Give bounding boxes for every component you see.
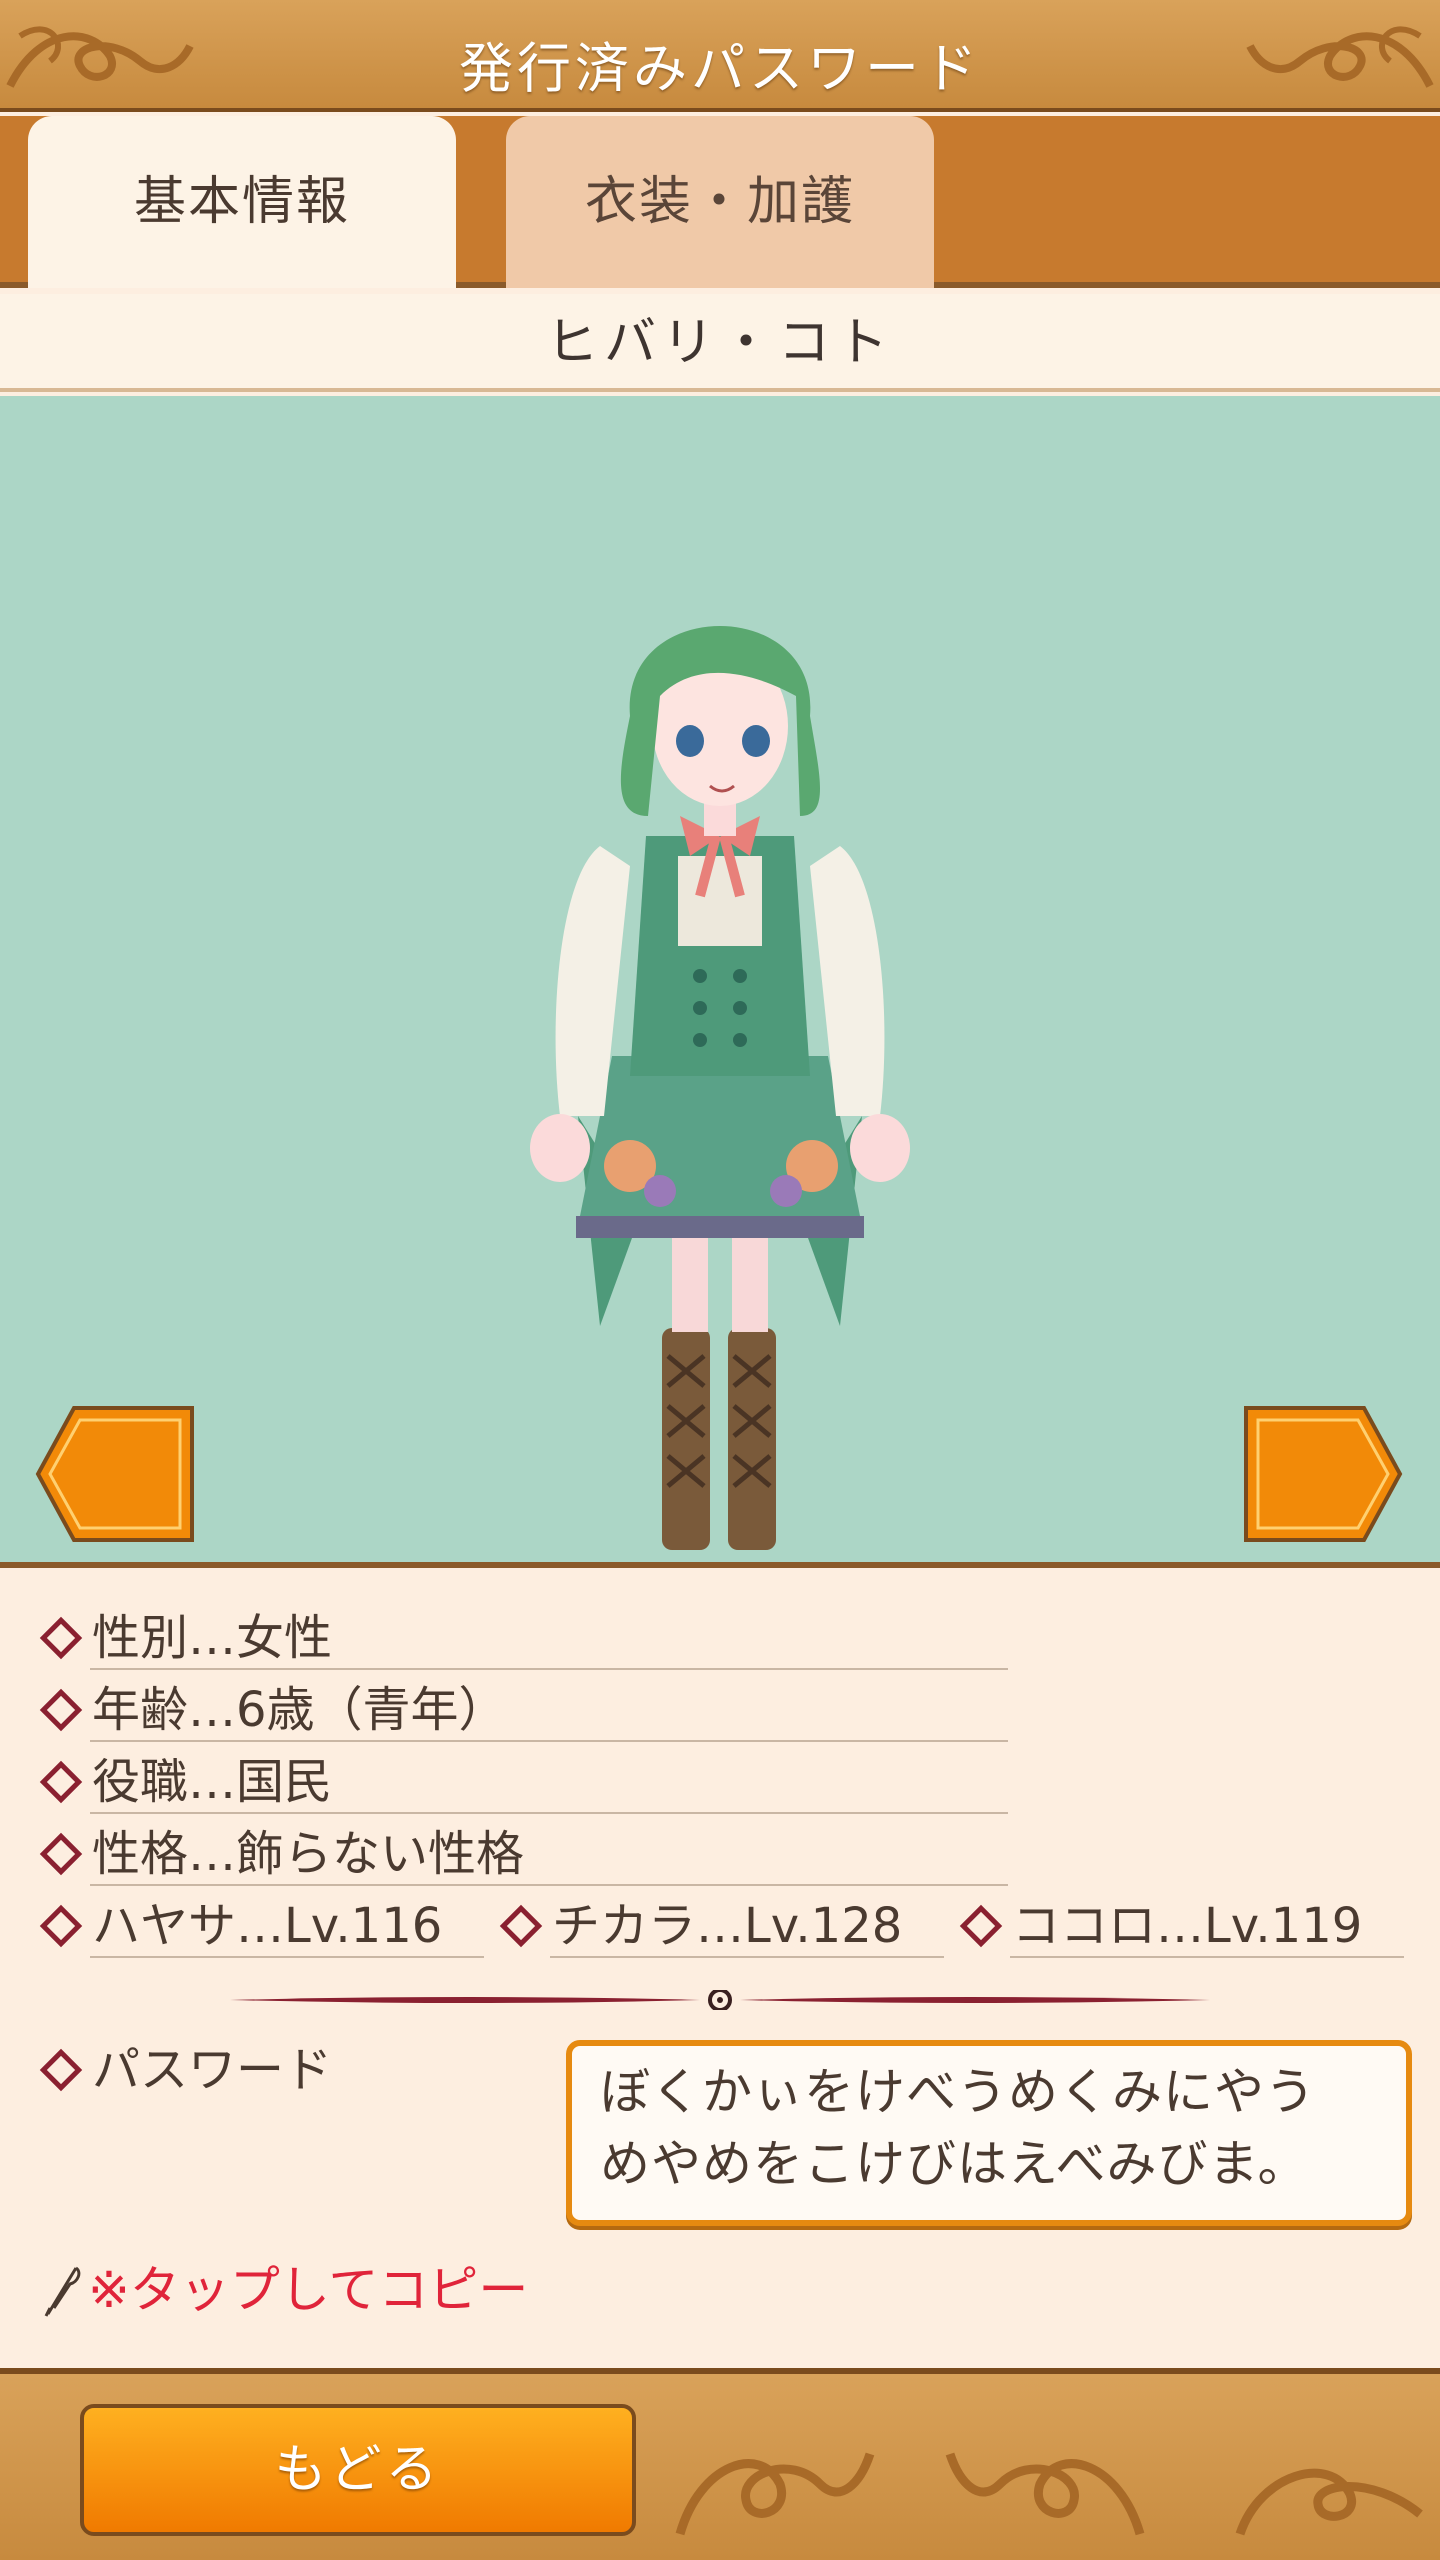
stat-heart: ココロ…Lv.119 xyxy=(959,1896,1363,1956)
diamond-icon xyxy=(39,1616,83,1660)
password-box[interactable]: ぼくかぃをけべうめくみにやう めやめをこけびはえべみびま。 xyxy=(566,2040,1412,2226)
diamond-icon xyxy=(499,1904,543,1948)
ornamental-divider xyxy=(230,1990,1210,2010)
back-button[interactable]: もどる xyxy=(80,2404,636,2536)
divider-line xyxy=(90,1740,1008,1742)
pen-icon xyxy=(44,2266,81,2317)
tab-costume-blessing[interactable]: 衣装・加護 xyxy=(506,116,934,288)
divider-line xyxy=(1010,1956,1404,1958)
gender-text: 性別…女性 xyxy=(92,1610,333,1666)
character-name: ヒバリ・コト xyxy=(0,294,1440,392)
personality-text: 性格…飾らない性格 xyxy=(92,1826,525,1882)
footer-bar: もどる xyxy=(0,2368,1440,2560)
divider-line xyxy=(90,1956,484,1958)
info-personality: 性格…飾らない性格 xyxy=(39,1824,525,1884)
ornament-icon xyxy=(945,2452,1145,2536)
divider-line xyxy=(90,1668,1008,1670)
diamond-icon xyxy=(39,1688,83,1732)
diamond-icon xyxy=(39,1904,83,1948)
tab-bar: 基本情報 衣装・加護 xyxy=(0,116,1440,288)
info-role: 役職…国民 xyxy=(39,1752,333,1812)
ornament-icon xyxy=(1235,2468,1423,2536)
password-line-2: めやめをこけびはえべみびま。 xyxy=(600,2135,1309,2193)
copy-hint-text: ※タップしてコピー xyxy=(88,2261,529,2319)
divider-line xyxy=(90,1884,1008,1886)
password-line-1: ぼくかぃをけべうめくみにやう xyxy=(600,2063,1316,2121)
character-viewer xyxy=(0,396,1440,1568)
age-text: 年齢…6歳（青年） xyxy=(92,1682,507,1738)
stat-power: チカラ…Lv.128 xyxy=(499,1896,903,1956)
divider-line xyxy=(550,1956,944,1958)
divider-line xyxy=(90,1812,1008,1814)
stat-heart-text: ココロ…Lv.119 xyxy=(1012,1898,1363,1954)
ornament-icon xyxy=(1246,26,1434,88)
tab-basic-info[interactable]: 基本情報 xyxy=(28,116,456,288)
character-figure xyxy=(530,626,910,1550)
previous-arrow-icon[interactable] xyxy=(34,1404,194,1544)
diamond-icon xyxy=(39,2048,83,2092)
password-label-row: パスワード xyxy=(39,2040,333,2100)
stat-speed-text: ハヤサ…Lv.116 xyxy=(92,1898,443,1954)
header-bar: 発行済みパスワード xyxy=(0,0,1440,112)
page-title: 発行済みパスワード xyxy=(459,37,981,100)
info-age: 年齢…6歳（青年） xyxy=(39,1680,507,1740)
password-label: パスワード xyxy=(92,2042,333,2098)
copy-hint[interactable]: ※タップしてコピー xyxy=(40,2258,528,2322)
diamond-icon xyxy=(959,1904,1003,1948)
next-arrow-icon[interactable] xyxy=(1244,1404,1404,1544)
diamond-icon xyxy=(39,1832,83,1876)
ornament-icon xyxy=(675,2452,875,2536)
role-text: 役職…国民 xyxy=(92,1754,333,1810)
stat-power-text: チカラ…Lv.128 xyxy=(552,1898,903,1954)
stat-speed: ハヤサ…Lv.116 xyxy=(39,1896,443,1956)
info-gender: 性別…女性 xyxy=(39,1608,333,1668)
diamond-icon xyxy=(39,1760,83,1804)
